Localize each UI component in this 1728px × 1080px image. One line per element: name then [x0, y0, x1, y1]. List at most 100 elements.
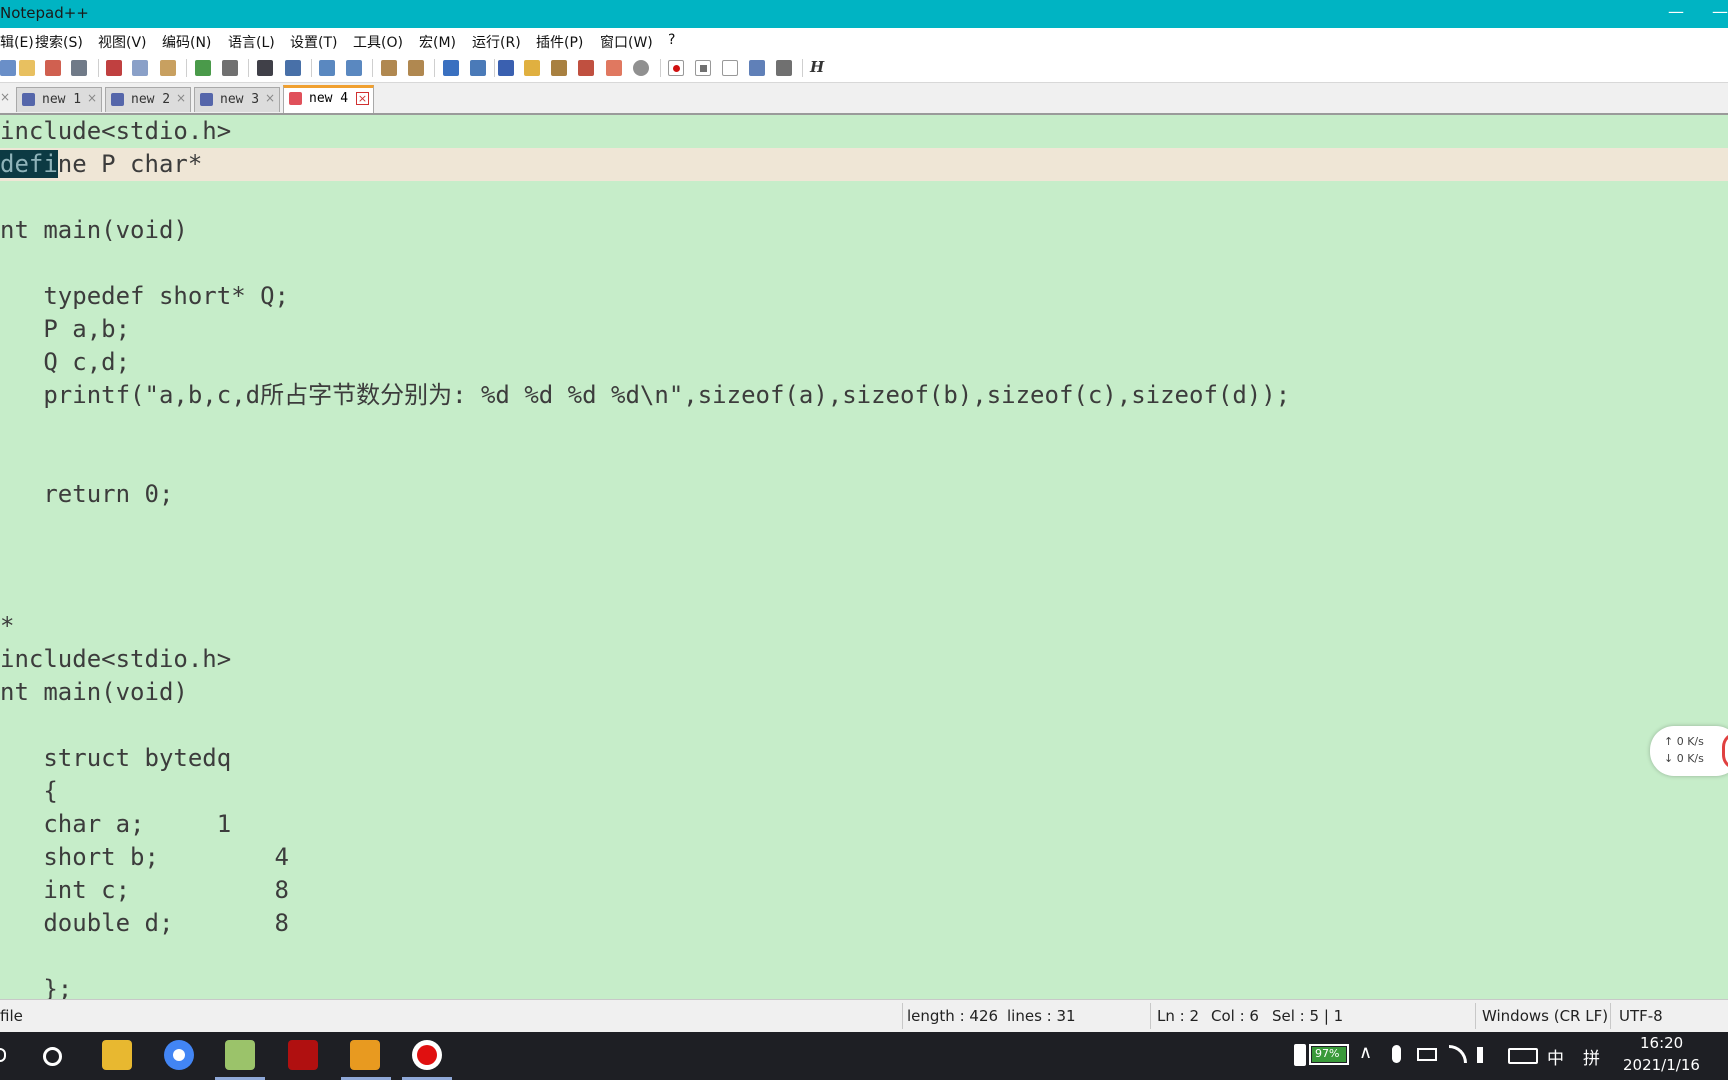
menu-macro[interactable]: 宏(M)	[419, 32, 456, 52]
print-icon[interactable]	[71, 60, 87, 76]
menu-plugins[interactable]: 插件(P)	[536, 32, 583, 52]
monitor-icon[interactable]	[606, 60, 622, 76]
status-divider	[1475, 1003, 1476, 1029]
play-macro-icon[interactable]	[722, 60, 738, 76]
code-line: int c; 8	[0, 876, 289, 904]
close-icon[interactable]: ×	[176, 91, 186, 105]
menu-language[interactable]: 语言(L)	[228, 32, 275, 52]
text-selection: defi	[0, 150, 58, 178]
menu-search[interactable]: 搜索(S)	[35, 32, 83, 52]
indent-guide-icon[interactable]	[498, 60, 514, 76]
code-line: typedef short* Q;	[0, 282, 289, 310]
ime-mode[interactable]: 拼	[1583, 1044, 1600, 1069]
wifi-icon[interactable]	[1449, 1045, 1467, 1063]
paste-icon[interactable]	[160, 60, 176, 76]
find-icon[interactable]	[257, 60, 273, 76]
status-divider	[1150, 1003, 1151, 1029]
folder-workspace-icon[interactable]	[578, 60, 594, 76]
close-icon[interactable]: ×	[0, 90, 10, 104]
status-eol[interactable]: Windows (CR LF)	[1482, 1007, 1608, 1025]
save-macro-icon[interactable]	[776, 60, 792, 76]
close-icon[interactable]: ×	[87, 91, 97, 105]
menu-help[interactable]: ?	[668, 32, 675, 48]
window-title: Notepad++	[0, 4, 89, 22]
tab-new-3[interactable]: new 3 ×	[194, 87, 280, 112]
code-editor[interactable]: include<stdio.h> define P char* nt main(…	[0, 115, 1728, 999]
cut-icon[interactable]	[106, 60, 122, 76]
speed-gauge-icon	[1722, 732, 1728, 770]
clock-date[interactable]: 2021/1/16	[1623, 1056, 1700, 1074]
file-explorer-icon[interactable]	[102, 1040, 132, 1070]
cloud-icon[interactable]	[633, 60, 649, 76]
record-macro-icon[interactable]	[668, 60, 684, 76]
menu-view[interactable]: 视图(V)	[98, 32, 147, 52]
h-icon[interactable]: H	[810, 58, 824, 76]
undo-icon[interactable]	[195, 60, 211, 76]
microphone-icon[interactable]	[1392, 1045, 1401, 1063]
clock-time[interactable]: 16:20	[1640, 1034, 1683, 1052]
chrome-icon[interactable]	[164, 1040, 194, 1070]
minimize-button[interactable]: —	[1668, 2, 1684, 21]
code-line: nt main(void)	[0, 678, 188, 706]
status-bar: file length : 426 lines : 31 Ln : 2 Col …	[0, 999, 1728, 1032]
menu-tools[interactable]: 工具(O)	[353, 32, 403, 52]
status-encoding[interactable]: UTF-8	[1619, 1007, 1663, 1025]
code-line: short b; 4	[0, 843, 289, 871]
toolbar-separator	[186, 59, 187, 77]
chrome-icon-center	[173, 1049, 185, 1061]
wrap-icon[interactable]	[443, 60, 459, 76]
function-list-icon[interactable]	[551, 60, 567, 76]
stop-macro-icon[interactable]	[695, 60, 711, 76]
cortana-icon[interactable]	[43, 1047, 62, 1066]
menu-settings[interactable]: 设置(T)	[290, 32, 337, 52]
tab-new-1[interactable]: new 1 ×	[16, 87, 102, 112]
tab-new-2[interactable]: new 2 ×	[105, 87, 191, 112]
menu-edit[interactable]: 辑(E)	[0, 32, 34, 52]
close-icon[interactable]: ×	[356, 92, 369, 105]
save-icon[interactable]	[45, 60, 61, 76]
menu-window[interactable]: 窗口(W)	[600, 32, 653, 52]
menu-bar: 辑(E) 搜索(S) 视图(V) 编码(N) 语言(L) 设置(T) 工具(O)…	[0, 28, 1728, 55]
new-file-icon[interactable]	[0, 60, 16, 76]
chevron-up-icon[interactable]: ∧	[1359, 1042, 1372, 1063]
code-line: Q c,d;	[0, 348, 131, 376]
download-speed: ↓ 0 K/s	[1664, 752, 1704, 765]
sync-v-icon[interactable]	[381, 60, 397, 76]
close-icon[interactable]: ×	[265, 91, 275, 105]
tab-new-4[interactable]: new 4 ×	[283, 85, 374, 113]
redo-icon[interactable]	[222, 60, 238, 76]
record-dot	[417, 1045, 437, 1065]
maximize-button[interactable]: —	[1712, 2, 1728, 21]
tab-bar: × new 1 × new 2 × new 3 × new 4 ×	[0, 83, 1728, 115]
status-lines: lines : 31	[1007, 1007, 1076, 1025]
toolbar: H	[0, 54, 1728, 83]
replace-icon[interactable]	[285, 60, 301, 76]
volume-icon[interactable]	[1477, 1047, 1495, 1063]
notepadpp-icon[interactable]	[225, 1040, 255, 1070]
toolbar-separator	[494, 59, 495, 77]
search-icon[interactable]	[0, 1048, 6, 1062]
sync-h-icon[interactable]	[408, 60, 424, 76]
network-speed-widget[interactable]: ↑ 0 K/s ↓ 0 K/s	[1650, 726, 1728, 776]
zoom-out-icon[interactable]	[346, 60, 362, 76]
record-screen-icon[interactable]	[412, 1040, 442, 1070]
zoom-in-icon[interactable]	[319, 60, 335, 76]
acrobat-icon[interactable]	[288, 1040, 318, 1070]
battery-icon[interactable]: 97%	[1309, 1044, 1349, 1065]
app-icon[interactable]	[350, 1040, 380, 1070]
ime-language[interactable]: 中	[1547, 1044, 1564, 1069]
keyboard-icon[interactable]	[1508, 1048, 1538, 1064]
doc-map-icon[interactable]	[524, 60, 540, 76]
code-line: P a,b;	[0, 315, 131, 343]
copy-icon[interactable]	[132, 60, 148, 76]
show-all-chars-icon[interactable]	[470, 60, 486, 76]
open-file-icon[interactable]	[19, 60, 35, 76]
usb-battery-icon[interactable]	[1417, 1048, 1437, 1061]
menu-encoding[interactable]: 编码(N)	[162, 32, 211, 52]
menu-run[interactable]: 运行(R)	[472, 32, 521, 52]
stop-square	[700, 65, 707, 72]
run-macro-multiple-icon[interactable]	[749, 60, 765, 76]
